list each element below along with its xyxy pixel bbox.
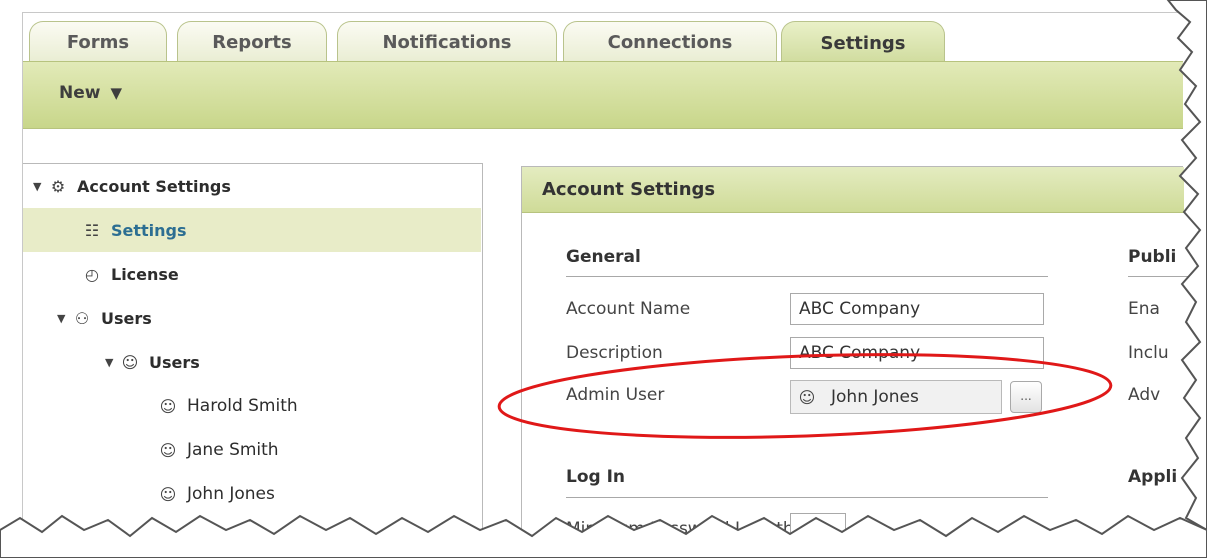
section-title-public: Publi (1128, 247, 1177, 267)
new-label: New (59, 83, 101, 103)
tree-item-label: Users (101, 308, 152, 328)
clock-icon: ◴ (85, 264, 99, 284)
section-title-general: General (566, 247, 641, 267)
dropdown-arrow-icon[interactable]: ▼ (110, 84, 122, 102)
tree-item-user[interactable]: ☺ Harold Smith (23, 384, 481, 428)
section-title-application: Appli (1128, 467, 1178, 487)
settings-tree: ▼ ⚙ Account Settings ☷ Settings ◴ Licens… (23, 163, 483, 548)
admin-user-label: Admin User (566, 385, 665, 405)
tree-item-user[interactable]: ☺ Jane Smith (23, 428, 481, 472)
section-title-login: Log In (566, 467, 626, 487)
enable-label: Ena (1128, 299, 1160, 319)
min-password-input[interactable] (790, 513, 846, 545)
new-button[interactable]: New ▼ (59, 83, 122, 103)
tree-item-settings[interactable]: ☷ Settings (23, 208, 481, 252)
tree-item-label: License (111, 264, 179, 284)
admin-user-value: John Jones (831, 387, 919, 407)
tree-item-label: Kelli Thompson (187, 528, 317, 548)
smiley-user-icon: ☺ (121, 352, 139, 372)
admin-user-field[interactable]: ☺ John Jones (790, 380, 1002, 414)
expand-triangle-icon[interactable]: ▼ (105, 356, 119, 369)
tab-settings[interactable]: Settings (781, 21, 945, 65)
panel-title: Account Settings (542, 179, 716, 200)
section-divider (566, 276, 1048, 277)
tree-item-label: Settings (111, 220, 187, 240)
tree-item-user[interactable]: ☺ Kelli Thompson (23, 516, 481, 558)
group-icon: ⚇ (74, 308, 90, 328)
section-divider (1128, 276, 1188, 277)
expand-triangle-icon[interactable]: ▼ (33, 180, 47, 193)
tree-item-label: John Jones (187, 484, 275, 504)
tree-item-label: Users (149, 352, 200, 372)
tree-item-label: Account Settings (77, 176, 231, 196)
browse-user-button[interactable]: ... (1010, 381, 1042, 413)
tree-item-label: Harold Smith (187, 396, 298, 416)
smiley-user-icon: ☺ (798, 387, 816, 407)
tab-forms[interactable]: Forms (29, 21, 167, 63)
smiley-user-icon: ☺ (159, 440, 177, 460)
screenshot-frame: Forms Reports Notifications Connections … (0, 0, 1207, 558)
account-settings-panel: Account Settings General Account Name De… (521, 166, 1188, 546)
tree-item-users-group[interactable]: ▼ ⚇ Users (23, 296, 481, 340)
tab-reports[interactable]: Reports (177, 21, 327, 63)
tab-notifications[interactable]: Notifications (337, 21, 557, 63)
expand-triangle-icon[interactable]: ▼ (57, 312, 71, 325)
smiley-user-icon: ☺ (159, 484, 177, 504)
smiley-user-icon: ☺ (159, 528, 177, 548)
panel-header: Account Settings (522, 167, 1184, 213)
tree-item-account-settings[interactable]: ▼ ⚙ Account Settings (23, 164, 481, 208)
gear-icon: ⚙ (50, 176, 66, 196)
include-label: Inclu (1128, 343, 1169, 363)
account-name-input[interactable] (790, 293, 1044, 325)
advanced-label: Adv (1128, 385, 1161, 405)
tree-item-license[interactable]: ◴ License (23, 252, 481, 296)
min-password-label: Minimum Password Length (566, 519, 794, 539)
tree-item-label: Jane Smith (187, 440, 279, 460)
smiley-user-icon: ☺ (159, 396, 177, 416)
toolbar: New ▼ (23, 61, 1183, 129)
app-window: Forms Reports Notifications Connections … (22, 12, 1188, 548)
account-name-label: Account Name (566, 299, 691, 319)
section-divider (566, 497, 1048, 498)
description-label: Description (566, 343, 663, 363)
tree-item-users[interactable]: ▼ ☺ Users (23, 340, 481, 384)
tree-item-user[interactable]: ☺ John Jones (23, 472, 481, 516)
list-icon: ☷ (84, 220, 100, 240)
description-input[interactable] (790, 337, 1044, 369)
tab-connections[interactable]: Connections (563, 21, 777, 63)
